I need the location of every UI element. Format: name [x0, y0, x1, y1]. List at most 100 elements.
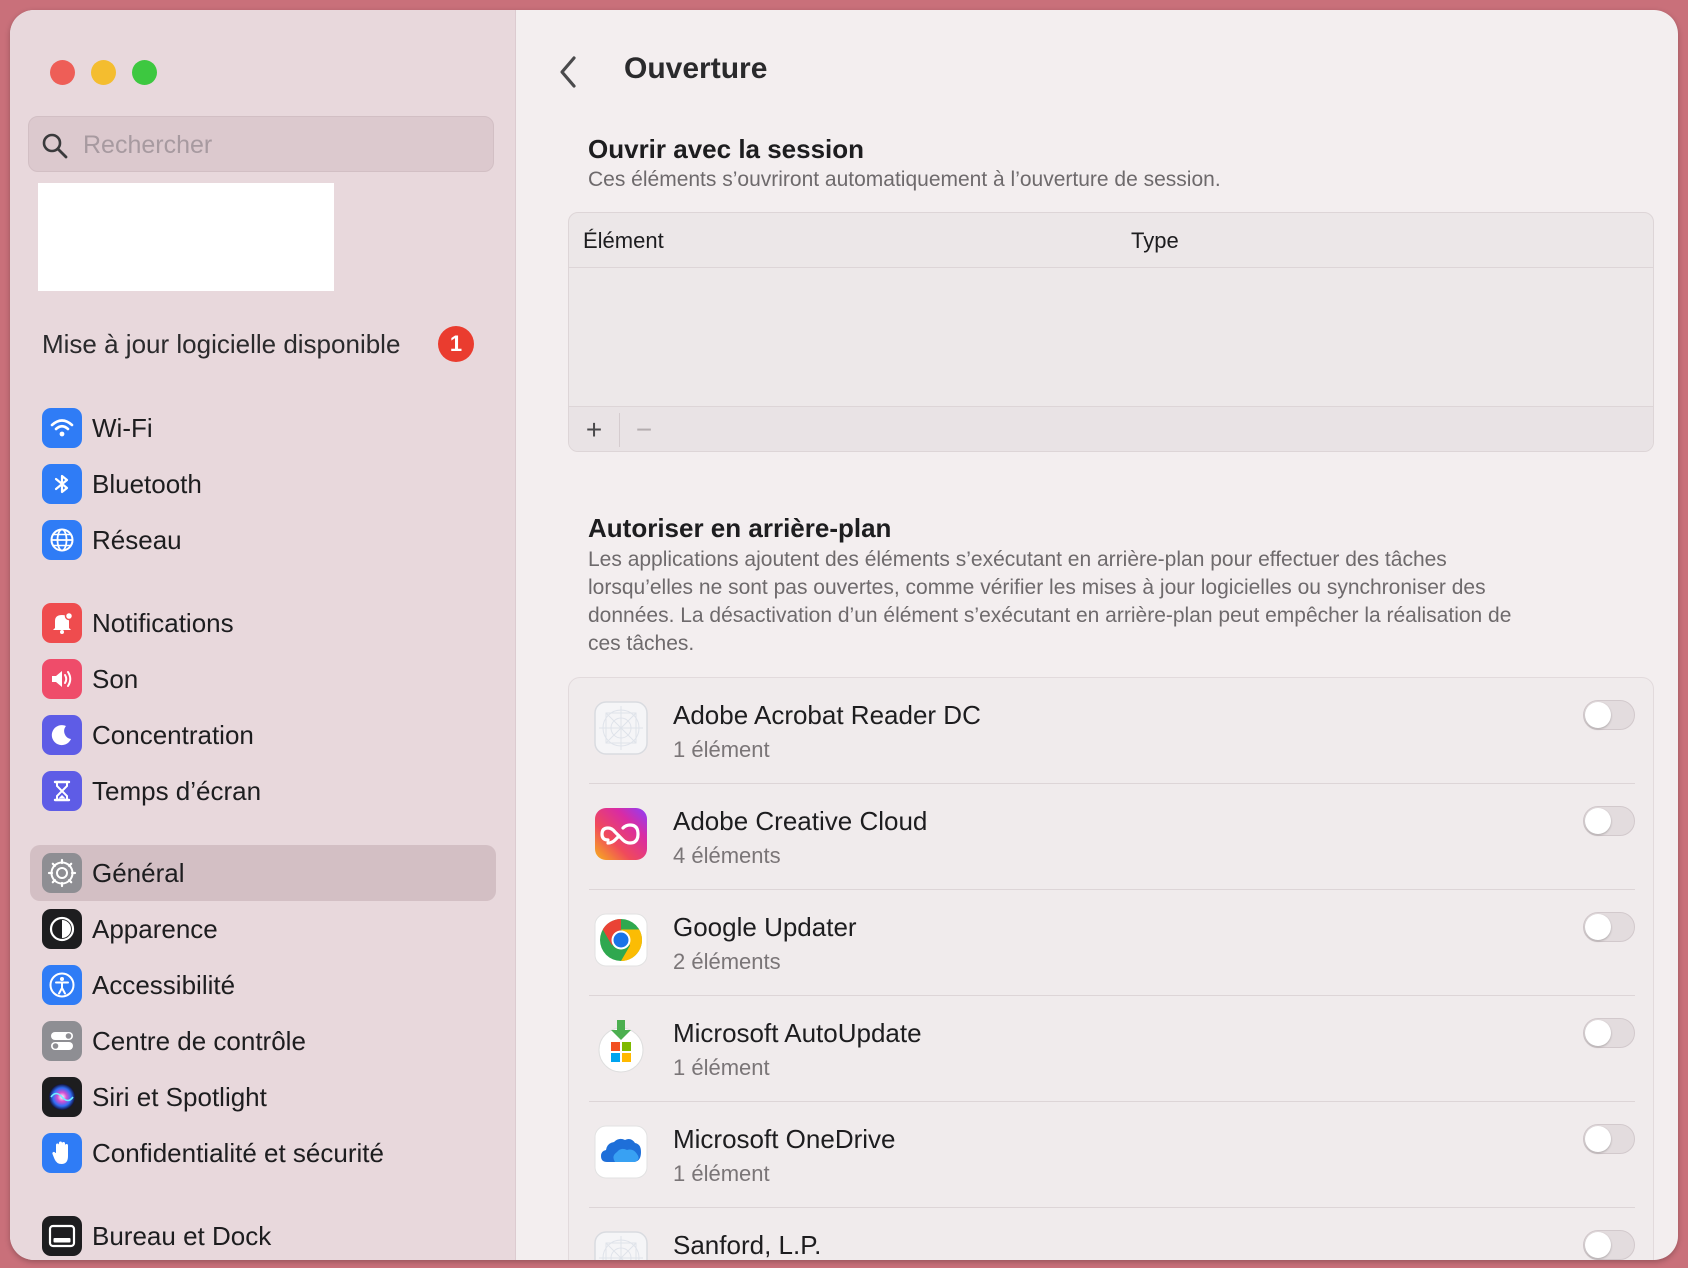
sidebar-group-desktop: Bureau et Dock	[30, 1208, 496, 1260]
update-badge: 1	[438, 326, 474, 362]
footer-separator	[619, 413, 620, 447]
sidebar-item-label: Confidentialité et sécurité	[92, 1137, 384, 1168]
background-item-row: Microsoft AutoUpdate 1 élément	[589, 996, 1635, 1102]
app-name: Microsoft AutoUpdate	[673, 1018, 922, 1048]
app-name: Microsoft OneDrive	[673, 1124, 896, 1154]
sidebar-item-moon[interactable]: Concentration	[30, 707, 496, 763]
sidebar: Mise à jour logicielle disponible 1 Wi-F…	[10, 10, 516, 1260]
background-toggle[interactable]	[1583, 912, 1635, 942]
background-items-title: Autoriser en arrière-plan	[588, 513, 892, 543]
back-chevron-icon[interactable]	[554, 52, 582, 92]
window-controls	[50, 60, 157, 85]
sidebar-item-hourglass[interactable]: Temps d’écran	[30, 763, 496, 819]
dock-icon	[42, 1216, 82, 1256]
generic-app-icon	[593, 700, 649, 756]
sidebar-item-hand[interactable]: Confidentialité et sécurité	[30, 1125, 496, 1181]
zoom-button[interactable]	[132, 60, 157, 85]
chrome-icon	[593, 912, 649, 968]
sidebar-item-speaker[interactable]: Son	[30, 651, 496, 707]
background-toggle[interactable]	[1583, 1124, 1635, 1154]
login-items-title: Ouvrir avec la session	[588, 134, 865, 164]
sidebar-item-label: Bureau et Dock	[92, 1220, 272, 1251]
appearance-icon	[42, 909, 82, 949]
search-box[interactable]	[28, 116, 494, 172]
background-toggle[interactable]	[1583, 1230, 1635, 1260]
sidebar-item-label: Wi-Fi	[92, 412, 153, 443]
sidebar-item-switches[interactable]: Centre de contrôle	[30, 1013, 496, 1069]
moon-icon	[42, 715, 82, 755]
app-item-count: 1 élément	[673, 737, 770, 762]
sidebar-item-bell[interactable]: Notifications	[30, 595, 496, 651]
minimize-button[interactable]	[91, 60, 116, 85]
table-body[interactable]	[569, 268, 1653, 406]
sidebar-item-label: Accessibilité	[92, 969, 236, 1000]
siri-icon	[42, 1077, 82, 1117]
sidebar-item-label: Général	[92, 857, 185, 888]
globe-icon	[42, 520, 82, 560]
background-item-row: Microsoft OneDrive 1 élément	[589, 1102, 1635, 1208]
hourglass-icon	[42, 771, 82, 811]
background-item-row: Google Updater 2 éléments	[589, 890, 1635, 996]
sidebar-group-system: Général Apparence Accessibilité Centre de c…	[30, 845, 496, 1181]
sidebar-item-accessibility[interactable]: Accessibilité	[30, 957, 496, 1013]
sidebar-item-label: Concentration	[92, 719, 254, 750]
app-name: Sanford, L.P.	[673, 1230, 822, 1260]
app-item-count: 1 élément	[673, 1055, 770, 1080]
app-name: Google Updater	[673, 912, 857, 942]
software-update-label: Mise à jour logicielle disponible	[42, 328, 401, 359]
account-card[interactable]	[38, 183, 334, 291]
table-footer: + −	[569, 406, 1653, 451]
sidebar-item-globe[interactable]: Réseau	[30, 512, 496, 568]
sidebar-item-bluetooth[interactable]: Bluetooth	[30, 456, 496, 512]
wifi-icon	[42, 408, 82, 448]
software-update-row[interactable]: Mise à jour logicielle disponible 1	[30, 318, 496, 370]
add-item-button[interactable]: +	[571, 411, 617, 449]
login-items-table: Élément Type + −	[568, 212, 1654, 452]
app-item-count: 4 éléments	[673, 843, 781, 868]
sidebar-item-label: Son	[92, 663, 139, 694]
settings-window: Mise à jour logicielle disponible 1 Wi-F…	[10, 10, 1678, 1260]
background-toggle[interactable]	[1583, 806, 1635, 836]
app-item-count: 1 élément	[673, 1161, 770, 1186]
background-description-line-2: lorsqu’elles ne sont pas ouvertes, comme…	[588, 576, 1486, 599]
sidebar-item-siri[interactable]: Siri et Spotlight	[30, 1069, 496, 1125]
sidebar-item-label: Réseau	[92, 524, 182, 555]
sidebar-item-wifi[interactable]: Wi-Fi	[30, 400, 496, 456]
hand-icon	[42, 1133, 82, 1173]
app-item-count: 2 éléments	[673, 949, 781, 974]
sidebar-item-gear[interactable]: Général	[30, 845, 496, 901]
background-description-line-4: ces tâches.	[588, 632, 695, 655]
page-title: Ouverture	[624, 52, 768, 85]
generic-app-icon	[593, 1230, 649, 1260]
sidebar-item-label: Temps d’écran	[92, 775, 262, 806]
search-input[interactable]	[81, 125, 485, 165]
onedrive-icon	[593, 1124, 649, 1180]
sidebar-group-alerts: Notifications Son Concentration Temps d’écr…	[30, 595, 496, 819]
remove-item-button[interactable]: −	[621, 411, 667, 449]
column-type[interactable]: Type	[1131, 228, 1179, 254]
main-pane: Ouverture Ouvrir avec la session Ces élé…	[516, 10, 1678, 1260]
speaker-icon	[42, 659, 82, 699]
gear-icon	[42, 853, 82, 893]
background-toggle[interactable]	[1583, 1018, 1635, 1048]
accessibility-icon	[42, 965, 82, 1005]
creative-cloud-icon	[593, 806, 649, 862]
background-toggle[interactable]	[1583, 700, 1635, 730]
background-item-row: Adobe Creative Cloud 4 éléments	[589, 784, 1635, 890]
close-button[interactable]	[50, 60, 75, 85]
sidebar-item-appearance[interactable]: Apparence	[30, 901, 496, 957]
sidebar-item-label: Bluetooth	[92, 468, 202, 499]
background-item-row: Sanford, L.P.1 élément	[589, 1208, 1635, 1260]
sidebar-item-label: Siri et Spotlight	[92, 1081, 267, 1112]
sidebar-item-dock[interactable]: Bureau et Dock	[30, 1208, 496, 1260]
background-description-line-3: données. La désactivation d’un élément s…	[588, 604, 1512, 627]
background-items-list: Adobe Acrobat Reader DC 1 élément Adobe Cr…	[568, 677, 1654, 1260]
table-header: Élément Type	[569, 213, 1653, 268]
sidebar-item-label: Notifications	[92, 607, 234, 638]
switches-icon	[42, 1021, 82, 1061]
column-element[interactable]: Élément	[583, 228, 664, 254]
sidebar-item-label: Apparence	[92, 913, 218, 944]
search-icon	[42, 133, 68, 159]
app-name: Adobe Acrobat Reader DC	[673, 700, 981, 730]
login-items-description: Ces éléments s’ouvriront automatiquement…	[588, 168, 1221, 191]
